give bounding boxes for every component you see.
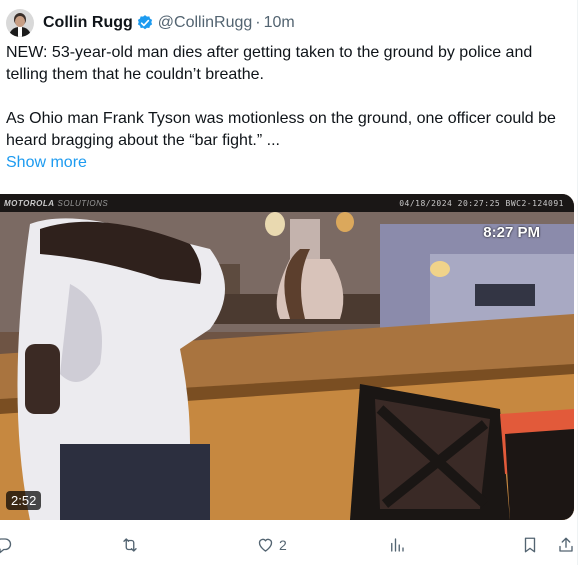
verified-badge-icon[interactable] [136, 14, 154, 32]
bodycam-brand-sub: SOLUTIONS [57, 198, 109, 208]
tweet-text-paragraph-2: As Ohio man Frank Tyson was motionless o… [6, 110, 556, 149]
reply-icon [0, 536, 12, 554]
views-button[interactable] [388, 536, 410, 554]
separator-dot: · [255, 14, 261, 31]
bodycam-brand: MOTOROLA [4, 198, 55, 208]
tweet-text-paragraph-1: NEW: 53-year-old man dies after getting … [6, 44, 533, 83]
tweet-header: Collin Rugg @CollinRugg · 10m [6, 8, 295, 38]
bookmark-icon [521, 536, 539, 554]
bodycam-timestamp: 04/18/2024 20:27:25 BWC2-124091 [399, 198, 564, 208]
share-button[interactable] [557, 536, 575, 554]
timeline-divider [577, 0, 578, 565]
timestamp[interactable]: 10m [264, 14, 295, 32]
video-duration-badge: 2:52 [6, 491, 42, 510]
reply-button[interactable] [0, 536, 16, 554]
bodycam-clock: 8:27 PM [483, 224, 540, 241]
views-icon [388, 536, 406, 554]
show-more-link[interactable]: Show more [6, 154, 87, 172]
bookmark-button[interactable] [521, 536, 539, 554]
video-frame [0, 194, 574, 520]
video-player[interactable]: MOTOROLA SOLUTIONS 04/18/2024 20:27:25 B… [0, 194, 574, 520]
like-count: 2 [279, 537, 287, 553]
like-button[interactable]: 2 [256, 536, 287, 554]
author-handle[interactable]: @CollinRugg [158, 14, 253, 32]
like-icon [256, 536, 275, 554]
retweet-icon [120, 536, 140, 554]
retweet-button[interactable] [120, 536, 144, 554]
bodycam-overlay-bar: MOTOROLA SOLUTIONS 04/18/2024 20:27:25 B… [0, 194, 574, 212]
share-icon [557, 536, 575, 554]
tweet-actions: 2 [0, 530, 580, 560]
avatar[interactable] [6, 9, 34, 37]
author-name[interactable]: Collin Rugg [43, 14, 133, 32]
tweet-text: NEW: 53-year-old man dies after getting … [6, 42, 566, 152]
